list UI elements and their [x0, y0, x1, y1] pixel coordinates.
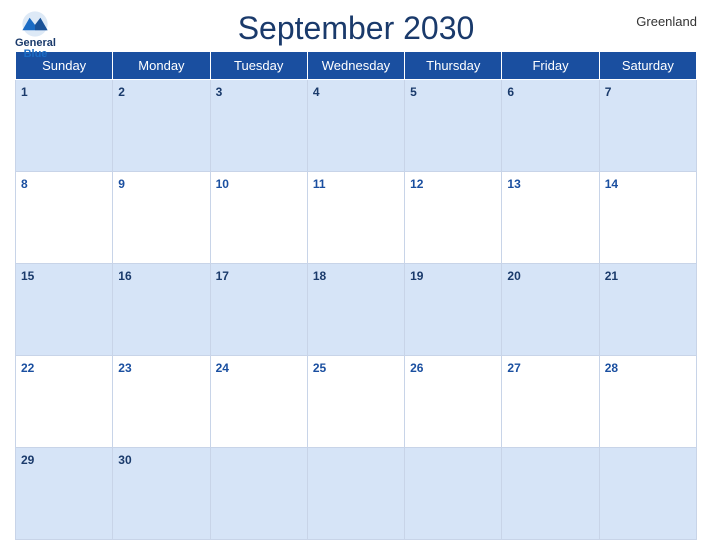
calendar-cell: 26 — [405, 356, 502, 448]
date-number: 23 — [118, 361, 131, 375]
date-number: 16 — [118, 269, 131, 283]
calendar-cell — [405, 448, 502, 540]
date-number: 26 — [410, 361, 423, 375]
calendar-cell: 8 — [16, 172, 113, 264]
calendar-header: General Blue September 2030 Greenland — [15, 10, 697, 47]
date-number: 27 — [507, 361, 520, 375]
calendar-week-2: 8 9 10 11 12 13 14 — [16, 172, 697, 264]
col-thursday: Thursday — [405, 52, 502, 80]
calendar-table: Sunday Monday Tuesday Wednesday Thursday… — [15, 51, 697, 540]
calendar-cell: 14 — [599, 172, 696, 264]
date-number: 13 — [507, 177, 520, 191]
calendar-cell — [210, 448, 307, 540]
col-monday: Monday — [113, 52, 210, 80]
date-number: 28 — [605, 361, 618, 375]
date-number: 6 — [507, 85, 514, 99]
calendar-cell: 2 — [113, 80, 210, 172]
logo: General Blue — [15, 10, 56, 60]
calendar-cell: 24 — [210, 356, 307, 448]
calendar-cell: 30 — [113, 448, 210, 540]
calendar-cell: 18 — [307, 264, 404, 356]
date-number: 15 — [21, 269, 34, 283]
date-number: 30 — [118, 453, 131, 467]
calendar-cell: 25 — [307, 356, 404, 448]
calendar-body: 1234567891011121314151617181920212223242… — [16, 80, 697, 540]
date-number: 18 — [313, 269, 326, 283]
logo-blue-text: Blue — [24, 49, 48, 60]
date-number: 21 — [605, 269, 618, 283]
calendar-cell: 4 — [307, 80, 404, 172]
calendar-cell: 29 — [16, 448, 113, 540]
col-saturday: Saturday — [599, 52, 696, 80]
calendar-cell: 13 — [502, 172, 599, 264]
calendar-cell: 20 — [502, 264, 599, 356]
col-friday: Friday — [502, 52, 599, 80]
calendar-cell: 12 — [405, 172, 502, 264]
calendar-cell: 9 — [113, 172, 210, 264]
date-number: 19 — [410, 269, 423, 283]
calendar-cell: 15 — [16, 264, 113, 356]
calendar-week-4: 22 23 24 25 26 27 28 — [16, 356, 697, 448]
col-tuesday: Tuesday — [210, 52, 307, 80]
date-number: 1 — [21, 85, 28, 99]
calendar-cell: 17 — [210, 264, 307, 356]
calendar-cell: 3 — [210, 80, 307, 172]
calendar-cell: 22 — [16, 356, 113, 448]
date-number: 17 — [216, 269, 229, 283]
logo-icon — [17, 10, 53, 38]
calendar-cell: 7 — [599, 80, 696, 172]
date-number: 9 — [118, 177, 125, 191]
date-number: 4 — [313, 85, 320, 99]
calendar-title: September 2030 — [238, 10, 475, 47]
date-number: 29 — [21, 453, 34, 467]
date-number: 22 — [21, 361, 34, 375]
calendar-cell: 21 — [599, 264, 696, 356]
calendar-week-5: 29 30 — [16, 448, 697, 540]
calendar-cell: 28 — [599, 356, 696, 448]
col-wednesday: Wednesday — [307, 52, 404, 80]
calendar-cell: 1 — [16, 80, 113, 172]
calendar-cell — [307, 448, 404, 540]
date-number: 3 — [216, 85, 223, 99]
date-number: 24 — [216, 361, 229, 375]
calendar-cell: 19 — [405, 264, 502, 356]
date-number: 5 — [410, 85, 417, 99]
calendar-week-1: 1 2 3 4 5 6 7 — [16, 80, 697, 172]
calendar-cell: 23 — [113, 356, 210, 448]
date-number: 7 — [605, 85, 612, 99]
date-number: 12 — [410, 177, 423, 191]
date-number: 8 — [21, 177, 28, 191]
calendar-cell: 5 — [405, 80, 502, 172]
region-label: Greenland — [636, 14, 697, 29]
calendar-header-row: Sunday Monday Tuesday Wednesday Thursday… — [16, 52, 697, 80]
calendar-cell: 16 — [113, 264, 210, 356]
calendar-cell — [502, 448, 599, 540]
calendar-cell: 27 — [502, 356, 599, 448]
date-number: 25 — [313, 361, 326, 375]
calendar-cell: 10 — [210, 172, 307, 264]
date-number: 11 — [313, 177, 326, 191]
date-number: 14 — [605, 177, 618, 191]
date-number: 2 — [118, 85, 125, 99]
date-number: 20 — [507, 269, 520, 283]
calendar-cell — [599, 448, 696, 540]
calendar-week-3: 15 16 17 18 19 20 21 — [16, 264, 697, 356]
calendar-cell: 6 — [502, 80, 599, 172]
date-number: 10 — [216, 177, 229, 191]
calendar-cell: 11 — [307, 172, 404, 264]
